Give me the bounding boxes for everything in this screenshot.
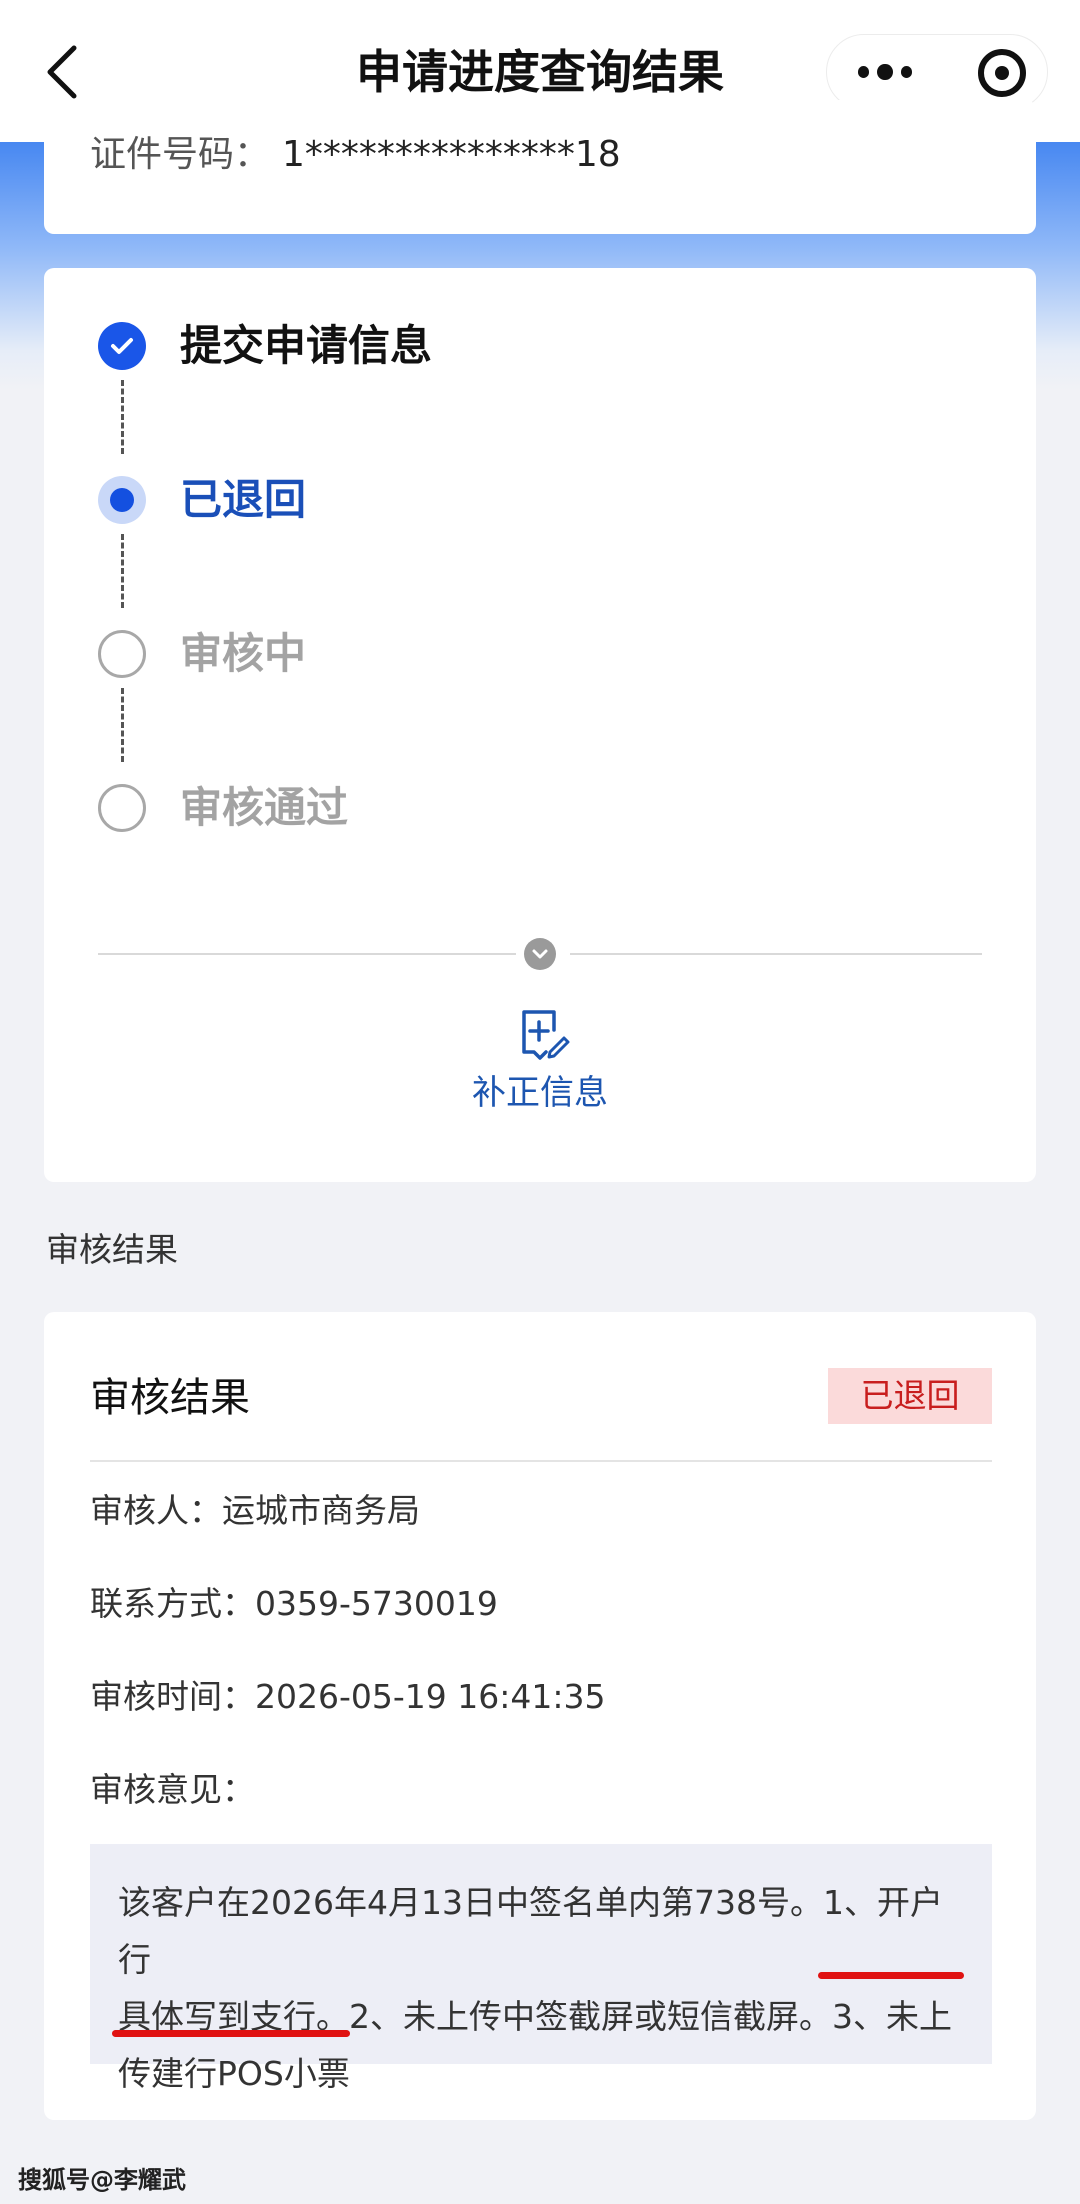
opinion-label: 审核意见： xyxy=(90,1770,255,1809)
current-dot-icon xyxy=(98,476,146,524)
divider xyxy=(90,1460,992,1462)
progress-card: 提交申请信息 已退回 审核中 审核通过 补正信息 xyxy=(44,268,1036,1182)
opinion-line: 传建行POS小票 xyxy=(118,2054,350,2093)
opinion-row: 审核意见： xyxy=(90,1765,255,1815)
status-badge: 已退回 xyxy=(828,1368,992,1424)
opinion-box: 该客户在2026年4月13日中签名单内第738号。1、开户行 具体写到支行。2、… xyxy=(90,1844,992,2093)
edit-add-icon[interactable] xyxy=(514,1006,570,1062)
step-reviewing: 审核中 xyxy=(98,624,306,684)
chevron-down-icon[interactable] xyxy=(524,938,556,970)
id-info-card: 证件号码： 1***************18 xyxy=(44,100,1036,234)
id-number-value: 1***************18 xyxy=(282,134,621,175)
page: 申请进度查询结果 证件号码： 1***************18 提交申请信息 xyxy=(0,0,1080,2204)
step-label: 提交申请信息 xyxy=(180,321,433,370)
contact-value[interactable]: 0359-5730019 xyxy=(255,1584,498,1623)
step-connector xyxy=(121,534,124,608)
step-returned: 已退回 xyxy=(98,470,306,530)
step-label: 审核中 xyxy=(180,629,307,678)
result-card: 审核结果 已退回 审核人：运城市商务局 联系方式：0359-5730019 审核… xyxy=(44,1312,1036,2120)
step-submit: 提交申请信息 xyxy=(98,316,432,376)
reviewer-label: 审核人： xyxy=(90,1491,222,1530)
reviewer-value: 运城市商务局 xyxy=(222,1491,420,1530)
step-connector xyxy=(121,688,124,762)
reviewer-row: 审核人：运城市商务局 xyxy=(90,1486,420,1536)
watermark: 搜狐号@李耀武 xyxy=(18,2166,186,2194)
red-underline-annotation xyxy=(112,2030,350,2037)
step-label: 已退回 xyxy=(180,475,307,524)
target-circle-icon[interactable] xyxy=(978,49,1026,97)
step-label: 审核通过 xyxy=(180,783,349,832)
divider xyxy=(570,953,982,955)
more-dots-icon[interactable] xyxy=(858,46,913,98)
red-underline-annotation xyxy=(818,1972,964,1979)
supplement-info-button[interactable]: 补正信息 xyxy=(44,1068,1036,1118)
opinion-line: 该客户在2026年4月13日中签名单内第738号。1、开户行 xyxy=(118,1883,943,1979)
step-connector xyxy=(121,380,124,454)
id-number-label: 证件号码： xyxy=(90,134,271,175)
opinion-text: 该客户在2026年4月13日中签名单内第738号。1、开户行 具体写到支行。2、… xyxy=(118,1874,968,2102)
step-approved: 审核通过 xyxy=(98,778,348,838)
check-circle-icon xyxy=(98,322,146,370)
empty-circle-icon xyxy=(98,784,146,832)
divider xyxy=(98,953,516,955)
contact-label: 联系方式： xyxy=(90,1584,255,1623)
contact-row: 联系方式：0359-5730019 xyxy=(90,1579,498,1629)
result-title: 审核结果 xyxy=(90,1375,250,1421)
review-time-row: 审核时间：2026-05-19 16:41:35 xyxy=(90,1672,605,1722)
review-time-label: 审核时间： xyxy=(90,1677,255,1716)
section-title: 审核结果 xyxy=(46,1230,178,1269)
review-time-value: 2026-05-19 16:41:35 xyxy=(255,1677,606,1716)
empty-circle-icon xyxy=(98,630,146,678)
